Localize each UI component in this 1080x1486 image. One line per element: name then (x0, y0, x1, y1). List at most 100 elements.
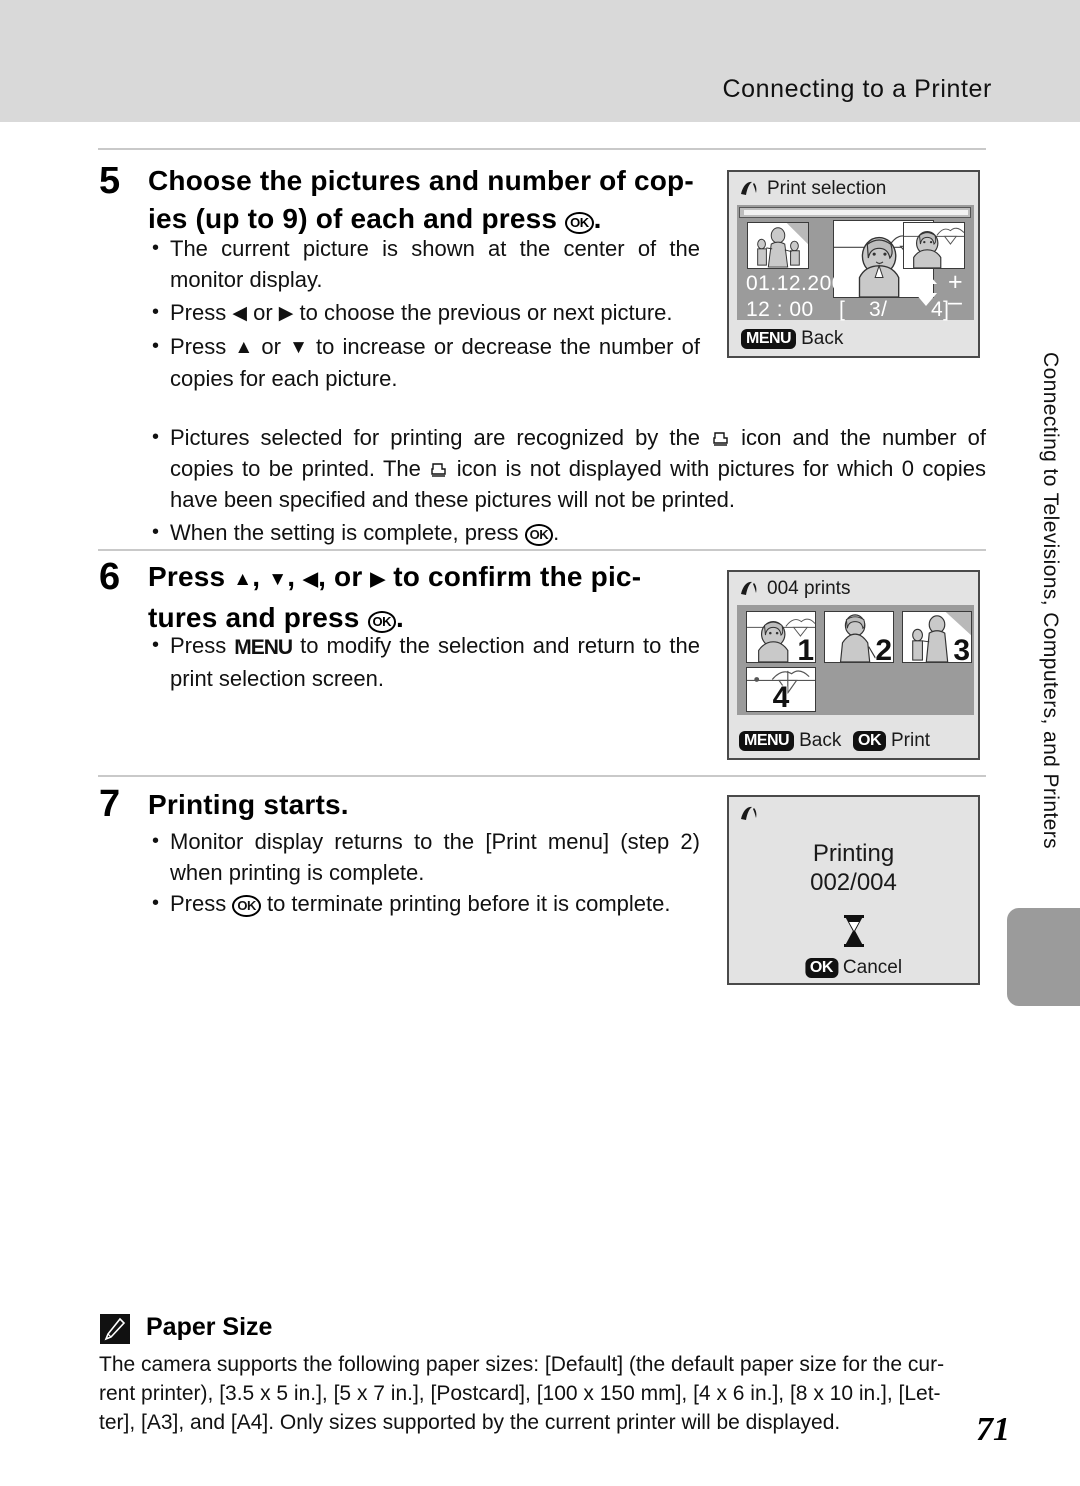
divider-above-step-5 (98, 148, 986, 150)
lcd-prints-menu-back-row[interactable]: MENU Back (739, 730, 841, 752)
thumbnail-previous[interactable] (747, 222, 809, 269)
step-5-heading-line-2b: . (593, 203, 602, 234)
bullet-5-post: . (553, 520, 560, 545)
manual-page: Connecting to a Printer 5 Choose the pic… (0, 0, 1080, 1486)
lcd-prints-title: 004 prints (767, 578, 851, 599)
step-6-heading-line-2: tures and press (148, 602, 368, 633)
lcd-prints-overview: 004 prints 1 2 3 4 MENU Back OK Print (727, 570, 980, 760)
pictbridge-icon (739, 580, 761, 598)
step-5-heading: Choose the pictures and number of cop- i… (148, 162, 708, 238)
lcd-printing-cancel-row[interactable]: OK Cancel (804, 957, 903, 979)
step-7-bullet-2-post: to terminate printing before it is compl… (260, 891, 671, 916)
arrow-up-icon: ▲ (234, 337, 254, 358)
page-number: 71 (976, 1411, 1010, 1448)
lcd-print-selection-title: Print selection (767, 178, 887, 199)
step-6-bullet-pre: Press (170, 633, 235, 658)
step-6-heading: Press ▲, ▼, ◀, or ▶ to confirm the pic- … (148, 561, 642, 633)
step-6-number: 6 (99, 556, 121, 598)
printing-status-label: Printing (812, 840, 895, 867)
list-item: Press MENU to modify the selection and r… (148, 630, 700, 694)
printer-icon (711, 431, 730, 448)
list-item: When the setting is complete, press OK. (148, 517, 986, 548)
lcd-prints-ok-print-row[interactable]: OK Print (853, 730, 930, 752)
print-thumbnail-4[interactable]: 4 (746, 667, 816, 712)
ok-button-icon: OK (232, 895, 261, 917)
print-thumbnail-2[interactable]: 2 (824, 611, 894, 663)
note-pencil-icon (100, 1314, 130, 1344)
note-line-3: ter], [A3], and [A4]. Only sizes support… (99, 1411, 841, 1434)
pictbridge-icon (739, 805, 761, 823)
ok-button-badge: OK (804, 958, 838, 978)
ok-print-label: Print (891, 730, 931, 751)
note-body: The camera supports the following paper … (99, 1350, 987, 1437)
arrow-left-icon: ◀ (303, 569, 319, 590)
bullet-5-pre: When the setting is complete, press (170, 520, 525, 545)
lcd-counter-open: [ (839, 298, 846, 321)
print-copy-count-1: 1 (797, 634, 814, 663)
arrow-down-icon: ▼ (268, 569, 288, 590)
thumbnail-next[interactable] (903, 222, 965, 269)
menu-back-label: Back (799, 730, 842, 751)
arrow-up-icon: ▲ (233, 569, 253, 590)
bullet-3-pre: Press (170, 334, 235, 359)
arrow-left-icon: ◀ (232, 303, 247, 324)
list-item: Press ▲ or ▼ to increase or decrease the… (148, 331, 700, 394)
print-copy-count-4: 4 (772, 681, 790, 712)
step-6-bullets: Press MENU to modify the selection and r… (148, 630, 700, 696)
note-line-1: The camera supports the following paper … (99, 1353, 945, 1376)
ok-button-badge: OK (853, 731, 886, 751)
ok-cancel-label: Cancel (842, 957, 903, 978)
step-6-heading-pre: Press (148, 561, 234, 592)
bullet-3-mid: or (253, 334, 290, 359)
list-item: Monitor display returns to the [Print me… (148, 826, 700, 888)
step-5-heading-line-2a: ies (up to 9) of each and press (148, 203, 566, 234)
lcd-counter-total: 4] (931, 298, 950, 321)
hourglass-icon (841, 914, 867, 948)
bullet-2-mid: or (246, 300, 279, 325)
list-item: Press ◀ or ▶ to choose the previous or n… (148, 297, 700, 329)
bullet-2-post: to choose the previous or next picture. (293, 300, 673, 325)
step-7-heading: Printing starts. (148, 789, 349, 820)
filmstrip-scrollbar[interactable] (739, 207, 971, 218)
step-5-bullet-1-text: The current picture is shown at the cent… (170, 236, 700, 292)
step-7-number: 7 (99, 783, 121, 825)
print-copy-count-2: 2 (875, 634, 892, 663)
lcd-print-selection: Print selection + – 01.12.2006 12: 00 [… (727, 170, 980, 358)
section-tab-marker (1007, 908, 1080, 1006)
note-title: Paper Size (146, 1313, 273, 1341)
list-item: The current picture is shown at the cent… (148, 233, 700, 295)
step-5-bullets-top: The current picture is shown at the cent… (148, 233, 700, 396)
menu-button-icon: MENU (234, 636, 293, 659)
arrow-right-icon: ▶ (278, 303, 294, 324)
bullet-2-pre: Press (170, 300, 233, 325)
lcd-date: 01.12.2006 (746, 272, 857, 295)
minus-sign: – (948, 288, 962, 316)
lcd-prints-title-row: 004 prints (739, 578, 850, 600)
print-copy-count-3: 3 (953, 634, 970, 663)
lcd-menu-back-row[interactable]: MENU Back (741, 328, 843, 350)
menu-button-badge: MENU (739, 731, 795, 751)
list-item: Pictures selected for printing are recog… (148, 422, 986, 515)
menu-back-label: Back (801, 328, 844, 349)
divider-above-step-7 (98, 775, 986, 777)
lcd-printing-progress: Printing 002/004 OK Cancel (727, 795, 980, 985)
arrow-right-icon: ▶ (370, 569, 386, 590)
print-thumbnail-1[interactable]: 1 (746, 611, 816, 663)
step-5-bullets-wide: Pictures selected for printing are recog… (148, 422, 986, 550)
lcd-time: 12 : 00 (746, 298, 814, 321)
printer-icon (429, 462, 448, 479)
lcd-print-selection-title-row: Print selection (739, 178, 886, 200)
step-6-heading-mid: to confirm the pic- (385, 561, 642, 592)
printing-progress-label: 002/004 (810, 869, 897, 896)
note-line-2: rent printer), [3.5 x 5 in.], [5 x 7 in.… (99, 1382, 941, 1405)
arrow-down-icon: ▼ (289, 337, 308, 358)
page-title: Connecting to a Printer (722, 75, 992, 103)
lcd-counter-current: 3/ (869, 298, 888, 321)
step-5-heading-line-1: Choose the pictures and number of cop- (148, 165, 694, 196)
print-thumbnail-3[interactable]: 3 (902, 611, 972, 663)
step-5-number: 5 (99, 160, 121, 202)
step-5-bullet-4-text-a: Pictures selected for printing are recog… (170, 425, 700, 450)
section-tab-label: Connecting to Televisions, Computers, an… (1039, 352, 1062, 850)
pictbridge-icon (739, 180, 761, 198)
increase-copies-arrow-icon[interactable] (915, 271, 937, 284)
